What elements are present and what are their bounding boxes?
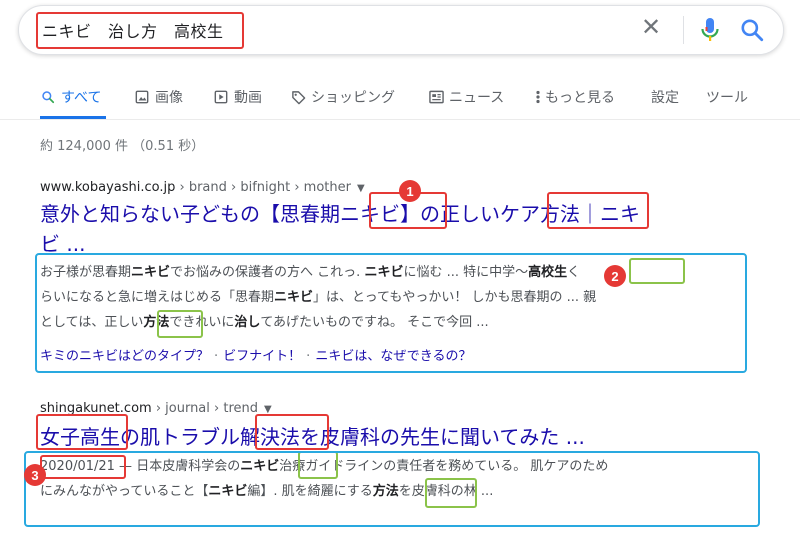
snippet-keyword: ニキビ — [274, 290, 314, 305]
sitelink[interactable]: ニキビは、なぜできるの？ — [315, 349, 471, 364]
result-title[interactable]: 意外と知らない子どもの【思春期ニキビ】の正しいケア方法｜ニキ — [40, 199, 640, 229]
tab-label: すべて — [61, 90, 102, 106]
sitelink[interactable]: キミのニキビはどのタイプ？ — [40, 349, 209, 364]
tab-images[interactable]: 画像 — [134, 86, 183, 108]
tab-label: 画像 — [155, 90, 183, 106]
tab-label: 動画 — [234, 90, 262, 106]
snippet-keyword: 高校生 — [528, 265, 568, 280]
result-stats: 約 124,000 件 （0.51 秒） — [40, 139, 205, 154]
tab-label: もっと見る — [545, 90, 615, 106]
snippet-text: らいになると急に増えはじめる「思春期 — [40, 290, 275, 305]
news-icon — [428, 89, 444, 105]
snippet-text: 2020/01/21 — 日本皮膚科学会の — [40, 459, 241, 474]
snippet-keyword: 治し — [234, 315, 261, 330]
result-snippet: お子様が思春期ニキビでお悩みの保護者の方へ これっ. ニキビに悩む ... 特に… — [40, 260, 596, 335]
tab-news[interactable]: ニュース — [428, 86, 504, 108]
tab-label: 設定 — [651, 90, 679, 106]
snippet-text: 」は、とってもやっかい！ しかも思春期の ... 親 — [313, 290, 597, 305]
result-snippet: 2020/01/21 — 日本皮膚科学会のニキビ治療ガイドラインの責任者を務めて… — [40, 454, 608, 504]
snippet-text: お子様が思春期 — [40, 265, 132, 280]
tab-tools[interactable]: ツール — [706, 86, 748, 108]
sitelink-separator: · — [306, 349, 311, 364]
search-input[interactable]: ニキビ 治し方 高校生 — [42, 18, 224, 42]
snippet-text: としては、正しい — [40, 315, 144, 330]
snippet-text: 編】. 肌を綺麗にする — [247, 484, 373, 499]
tab-all[interactable]: すべて — [40, 86, 101, 108]
annotation-box-keyword — [629, 258, 685, 284]
caret-down-icon[interactable]: ▼ — [357, 183, 365, 194]
result-cite[interactable]: shingakunet.com › journal › trend ▼ — [40, 401, 272, 416]
snippet-keyword: ニキビ — [131, 265, 171, 280]
sitelink[interactable]: ビフナイト！ — [223, 349, 301, 364]
snippet-keyword: ニキビ — [208, 484, 248, 499]
search-divider — [683, 16, 684, 44]
tab-label: ニュース — [449, 90, 505, 106]
clear-icon[interactable]: ✕ — [641, 15, 661, 39]
annotation-badge: 3 — [24, 464, 46, 486]
annotation-badge: 2 — [604, 265, 626, 287]
tab-settings[interactable]: 設定 — [651, 86, 679, 108]
snippet-keyword: 方法 — [372, 484, 399, 499]
tabs-divider — [0, 119, 800, 120]
snippet-text: でお悩みの保護者の方へ これっ. — [170, 265, 365, 280]
tag-icon — [290, 89, 306, 105]
image-icon — [134, 89, 150, 105]
snippet-text: できれいに — [169, 315, 235, 330]
search-icon[interactable] — [739, 17, 765, 43]
result-sitelinks: キミのニキビはどのタイプ？ · ビフナイト！ · ニキビは、なぜできるの？ — [40, 345, 471, 364]
tab-label: ツール — [706, 90, 748, 106]
microphone-icon[interactable] — [698, 16, 722, 44]
result-cite[interactable]: www.kobayashi.co.jp › brand › bifnight ›… — [40, 180, 365, 195]
snippet-text: 治療ガイドラインの責任者を務めている。 肌ケアのため — [279, 459, 609, 474]
cite-path: › journal › trend — [151, 401, 258, 416]
cite-path: › brand › bifnight › mother — [175, 180, 351, 195]
snippet-text: に悩む ... 特に中学～ — [403, 265, 529, 280]
snippet-keyword: 方法 — [143, 315, 170, 330]
snippet-text: てあげたいものですね。 そこで今回 ... — [260, 315, 489, 330]
snippet-keyword: ニキビ — [240, 459, 280, 474]
annotation-badge: 1 — [399, 180, 421, 202]
more-vert-icon — [534, 89, 542, 105]
tab-videos[interactable]: 動画 — [213, 86, 262, 108]
video-icon — [213, 89, 229, 105]
snippet-keyword: ニキビ — [364, 265, 404, 280]
tab-shopping[interactable]: ショッピング — [290, 86, 395, 108]
snippet-text: にみんながやっていること【 — [40, 484, 209, 499]
result-title[interactable]: 女子高生の肌トラブル解決法を皮膚科の先生に聞いてみた ... — [40, 422, 585, 452]
snippet-text: く — [567, 265, 581, 280]
search-icon — [40, 89, 56, 105]
sitelink-separator: · — [214, 349, 219, 364]
tab-more[interactable]: もっと見る — [534, 86, 615, 108]
tab-label: ショッピング — [311, 90, 395, 106]
cite-domain: shingakunet.com — [40, 401, 152, 416]
result-title-continued[interactable]: ビ ... — [40, 229, 85, 259]
caret-down-icon[interactable]: ▼ — [264, 404, 272, 415]
cite-domain: www.kobayashi.co.jp — [40, 180, 176, 195]
snippet-text: を皮膚科の林 ... — [398, 484, 494, 499]
